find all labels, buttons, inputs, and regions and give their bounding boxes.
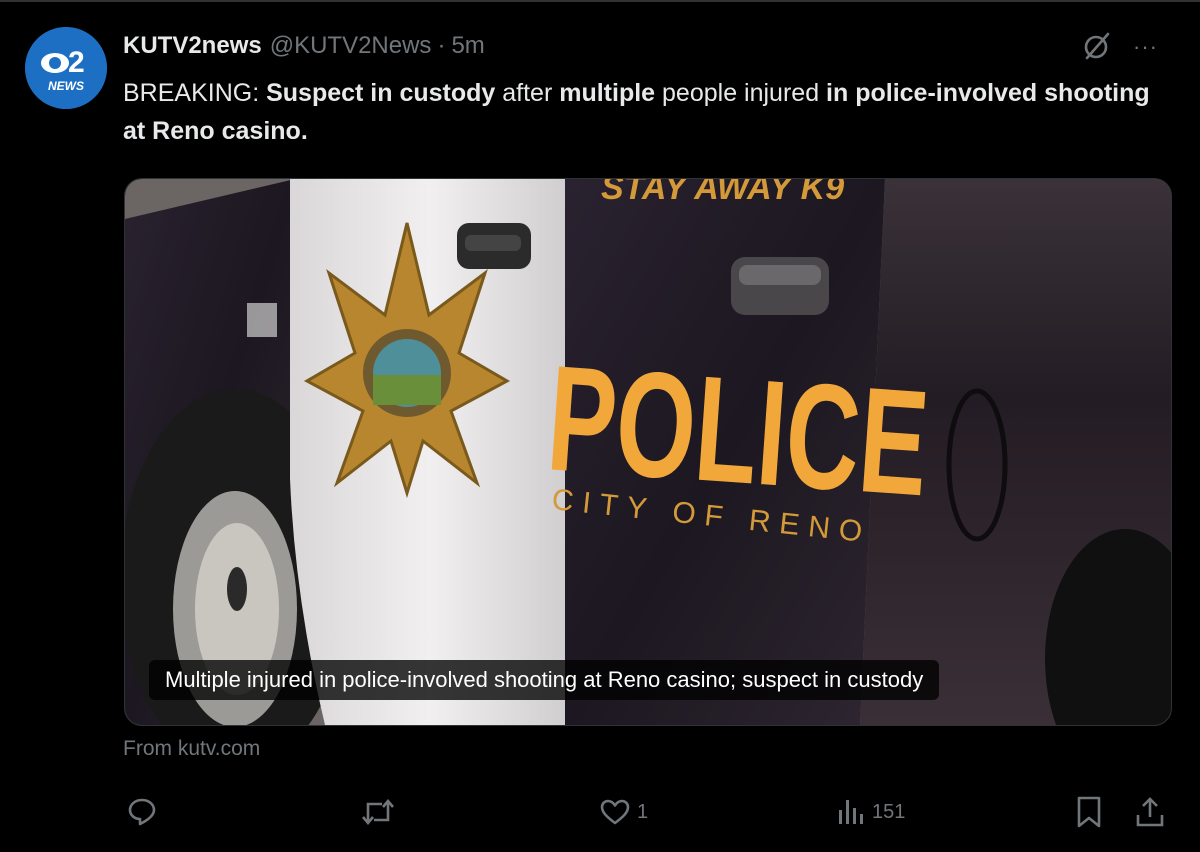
user-handle[interactable]: @KUTV2News [270, 32, 432, 60]
tweet-text-part: people injured [655, 79, 827, 107]
like-button[interactable]: 1 [599, 792, 648, 832]
tweet-text-part: after [495, 79, 560, 107]
reply-icon [128, 798, 156, 826]
police-vehicle-photo: STAY AWAY K9 POLICE CITY OF RENO [125, 179, 1171, 725]
more-options-icon[interactable]: ··· [1133, 34, 1158, 60]
bookmark-icon [1077, 796, 1101, 828]
repost-icon [362, 798, 394, 826]
like-count: 1 [637, 800, 649, 823]
views-count: 151 [872, 800, 906, 823]
tweet-text-part: Suspect in custody [266, 79, 496, 107]
tweet-text-part: multiple [559, 79, 656, 107]
views-icon [839, 800, 863, 824]
display-name[interactable]: KUTV2news [123, 32, 262, 60]
timestamp[interactable]: 5m [451, 32, 484, 60]
card-source-link[interactable]: From kutv.com [123, 737, 260, 761]
top-divider [0, 0, 1200, 2]
tweet-text: BREAKING: Suspect in custody after multi… [123, 74, 1153, 150]
logo-word: NEWS [48, 79, 84, 93]
reply-button[interactable] [126, 792, 164, 832]
tweet-header: KUTV2news @KUTV2News · 5m [123, 32, 485, 62]
link-card-media[interactable]: STAY AWAY K9 POLICE CITY OF RENO Multipl… [124, 178, 1172, 726]
heart-icon [600, 799, 630, 825]
views-button[interactable]: 151 [836, 792, 905, 832]
media-caption: Multiple injured in police-involved shoo… [149, 660, 940, 700]
tweet-text-part: BREAKING: [123, 79, 267, 107]
repost-button[interactable] [360, 792, 402, 832]
kutv2-logo: 2 NEWS [25, 27, 107, 109]
avatar[interactable]: 2 NEWS [25, 27, 107, 109]
grok-icon[interactable] [1081, 30, 1113, 62]
bookmark-button[interactable] [1074, 792, 1104, 832]
logo-number: 2 [68, 46, 85, 79]
vehicle-text-top: STAY AWAY K9 [601, 179, 844, 207]
share-icon [1136, 797, 1164, 827]
share-button[interactable] [1134, 792, 1166, 832]
dot-separator: · [437, 32, 446, 59]
